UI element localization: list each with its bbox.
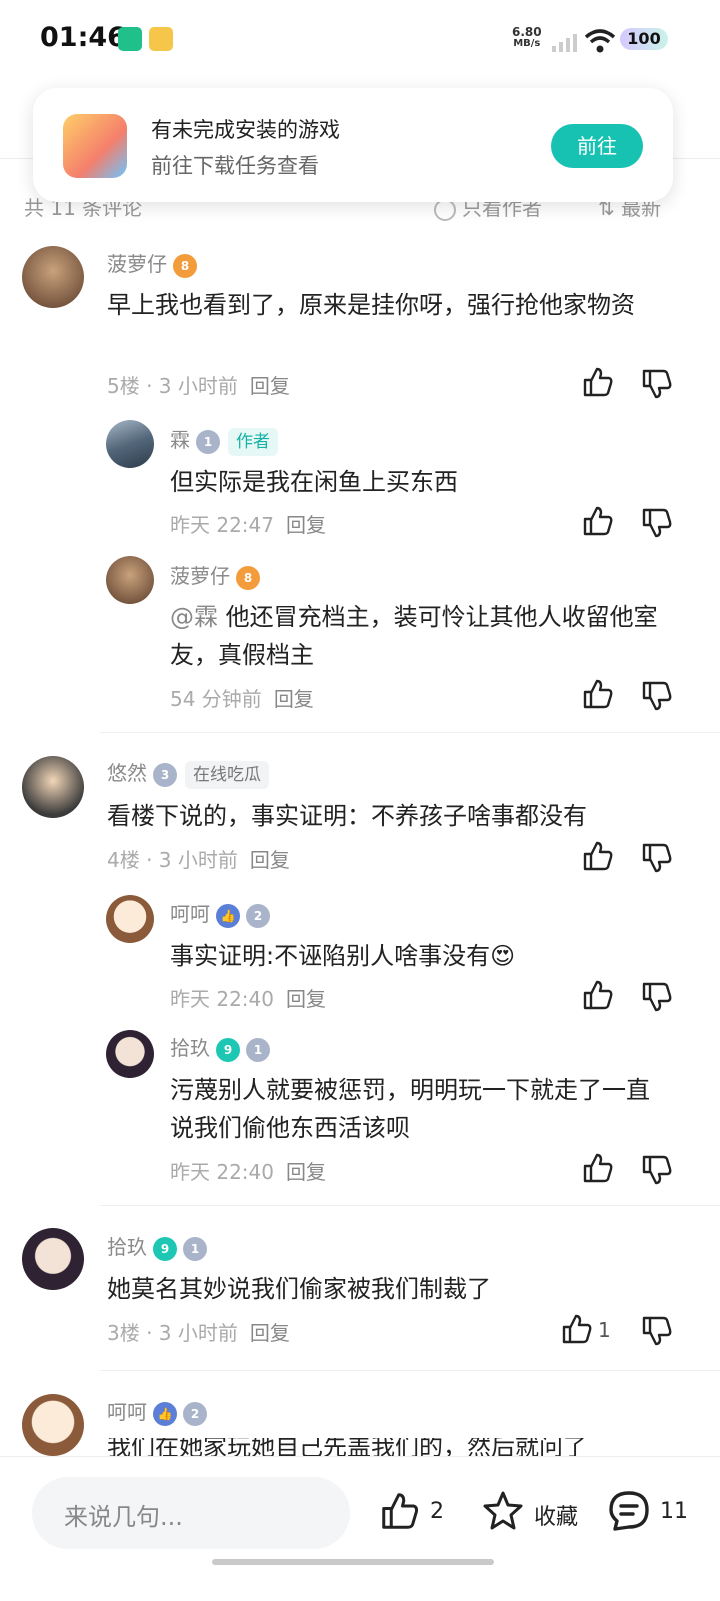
dislike-icon[interactable] bbox=[641, 368, 673, 400]
home-indicator[interactable] bbox=[212, 1559, 494, 1565]
avatar[interactable] bbox=[22, 246, 84, 308]
mention: @霖 bbox=[170, 603, 218, 631]
comment-text[interactable]: 她莫名其妙说我们偷家被我们制裁了 bbox=[107, 1270, 677, 1308]
comment-meta: 4楼 · 3 小时前 回复 bbox=[107, 848, 290, 872]
like-count: 2 bbox=[430, 1499, 444, 1524]
avatar[interactable] bbox=[106, 420, 154, 468]
comment-meta: 5楼 · 3 小时前 回复 bbox=[107, 374, 290, 398]
avatar[interactable] bbox=[106, 895, 154, 943]
reply-author[interactable]: 霖 1 作者 bbox=[170, 424, 278, 456]
toast-go-button[interactable]: 前往 bbox=[551, 124, 643, 168]
reply-meta: 昨天 22:40 回复 bbox=[170, 1160, 326, 1184]
game-app-icon bbox=[63, 114, 127, 178]
title-tag: 在线吃瓜 bbox=[185, 760, 269, 789]
star-icon[interactable] bbox=[481, 1489, 525, 1533]
level-badge: 1 bbox=[183, 1236, 207, 1261]
network-speed: 6.80 MB/s bbox=[512, 25, 542, 49]
comment-divider bbox=[100, 1205, 720, 1206]
avatar[interactable] bbox=[106, 1030, 154, 1078]
reply-text[interactable]: @霖 他还冒充档主，装可怜让其他人收留他室友，真假档主 bbox=[170, 598, 670, 674]
reply-button[interactable]: 回复 bbox=[286, 513, 326, 537]
toast-title: 有未完成安装的游戏 bbox=[151, 118, 340, 142]
bulb-notification-icon bbox=[149, 27, 173, 51]
status-time: 01:46 bbox=[40, 22, 126, 53]
status-bar: 01:46 6.80 MB/s 100 bbox=[0, 0, 720, 80]
comment-meta: 3楼 · 3 小时前 回复 bbox=[107, 1321, 290, 1345]
install-toast[interactable]: 有未完成安装的游戏 前往下载任务查看 前往 bbox=[33, 88, 673, 202]
comment-divider bbox=[100, 1370, 720, 1371]
reply-meta: 昨天 22:47 回复 bbox=[170, 513, 326, 537]
like-icon[interactable] bbox=[582, 678, 614, 710]
favorite-label[interactable]: 收藏 bbox=[534, 1499, 578, 1531]
wifi-icon bbox=[584, 29, 616, 53]
level-badge: 3 bbox=[153, 762, 177, 787]
reply-text[interactable]: 污蔑别人就要被惩罚，明明玩一下就走了一直说我们偷他东西活该呗 bbox=[170, 1071, 670, 1147]
comment-author[interactable]: 呵呵 👍 2 bbox=[107, 1396, 207, 1426]
comment-icon[interactable] bbox=[607, 1489, 651, 1533]
bottom-bar: 来说几句... 2 收藏 11 bbox=[0, 1456, 720, 1601]
thumb-badge-icon: 👍 bbox=[153, 1401, 177, 1426]
like-icon[interactable] bbox=[380, 1491, 420, 1531]
battery-indicator: 100 bbox=[620, 28, 668, 50]
like-icon[interactable] bbox=[582, 840, 614, 872]
like-icon[interactable] bbox=[582, 1152, 614, 1184]
comment-text[interactable]: 我们在她家玩她自己先盖我们的，然后就问了 bbox=[107, 1438, 677, 1456]
author-tag: 作者 bbox=[228, 427, 278, 456]
dislike-icon[interactable] bbox=[641, 1315, 673, 1347]
level-badge: 1 bbox=[246, 1037, 270, 1062]
avatar[interactable] bbox=[22, 1228, 84, 1290]
comment-text-clip: 我们在她家玩她自己先盖我们的，然后就问了 bbox=[107, 1438, 677, 1456]
comment-count: 11 bbox=[660, 1499, 688, 1524]
dislike-icon[interactable] bbox=[641, 507, 673, 539]
dislike-icon[interactable] bbox=[641, 680, 673, 712]
reply-button[interactable]: 回复 bbox=[286, 987, 326, 1011]
toast-subtitle: 前往下载任务查看 bbox=[151, 154, 319, 178]
dislike-icon[interactable] bbox=[641, 981, 673, 1013]
reply-button[interactable]: 回复 bbox=[274, 687, 314, 711]
reply-author[interactable]: 拾玖 9 1 bbox=[170, 1032, 270, 1062]
level-badge: 8 bbox=[173, 253, 197, 278]
vip-badge: 9 bbox=[153, 1236, 177, 1261]
vip-badge: 9 bbox=[216, 1037, 240, 1062]
reply-text[interactable]: 但实际是我在闲鱼上买东西 bbox=[170, 463, 670, 501]
like-icon[interactable] bbox=[582, 505, 614, 537]
reply-text[interactable]: 事实证明:不诬陷别人啥事没有😍 bbox=[170, 937, 670, 975]
reply-meta: 54 分钟前 回复 bbox=[170, 687, 314, 711]
level-badge: 1 bbox=[196, 429, 220, 454]
avatar[interactable] bbox=[106, 556, 154, 604]
comment-text[interactable]: 早上我也看到了，原来是挂你呀，强行抢他家物资 bbox=[107, 286, 677, 324]
reply-meta: 昨天 22:40 回复 bbox=[170, 987, 326, 1011]
dislike-icon[interactable] bbox=[641, 842, 673, 874]
like-icon[interactable] bbox=[582, 366, 614, 398]
signal-icon bbox=[552, 34, 577, 52]
comment-author[interactable]: 菠萝仔 8 bbox=[107, 248, 197, 278]
avatar[interactable] bbox=[22, 756, 84, 818]
reply-author[interactable]: 菠萝仔 8 bbox=[170, 560, 260, 590]
chat-notification-icon bbox=[118, 27, 142, 51]
reply-button[interactable]: 回复 bbox=[250, 848, 290, 872]
avatar[interactable] bbox=[22, 1394, 84, 1456]
reply-button[interactable]: 回复 bbox=[250, 1321, 290, 1345]
like-icon[interactable] bbox=[582, 979, 614, 1011]
thumb-badge-icon: 👍 bbox=[216, 903, 240, 928]
comment-text[interactable]: 看楼下说的，事实证明：不养孩子啥事都没有 bbox=[107, 797, 677, 835]
comment-divider bbox=[100, 732, 720, 733]
dislike-icon[interactable] bbox=[641, 1154, 673, 1186]
comment-input[interactable]: 来说几句... bbox=[32, 1477, 350, 1549]
reply-author[interactable]: 呵呵 👍 2 bbox=[170, 898, 270, 928]
comment-author[interactable]: 拾玖 9 1 bbox=[107, 1231, 207, 1261]
level-badge: 2 bbox=[183, 1401, 207, 1426]
level-badge: 8 bbox=[236, 565, 260, 590]
reply-button[interactable]: 回复 bbox=[286, 1160, 326, 1184]
reply-button[interactable]: 回复 bbox=[250, 374, 290, 398]
comment-author[interactable]: 悠然 3 在线吃瓜 bbox=[107, 757, 269, 789]
like-icon[interactable] bbox=[561, 1313, 593, 1345]
like-count: 1 bbox=[598, 1318, 611, 1342]
level-badge: 2 bbox=[246, 903, 270, 928]
